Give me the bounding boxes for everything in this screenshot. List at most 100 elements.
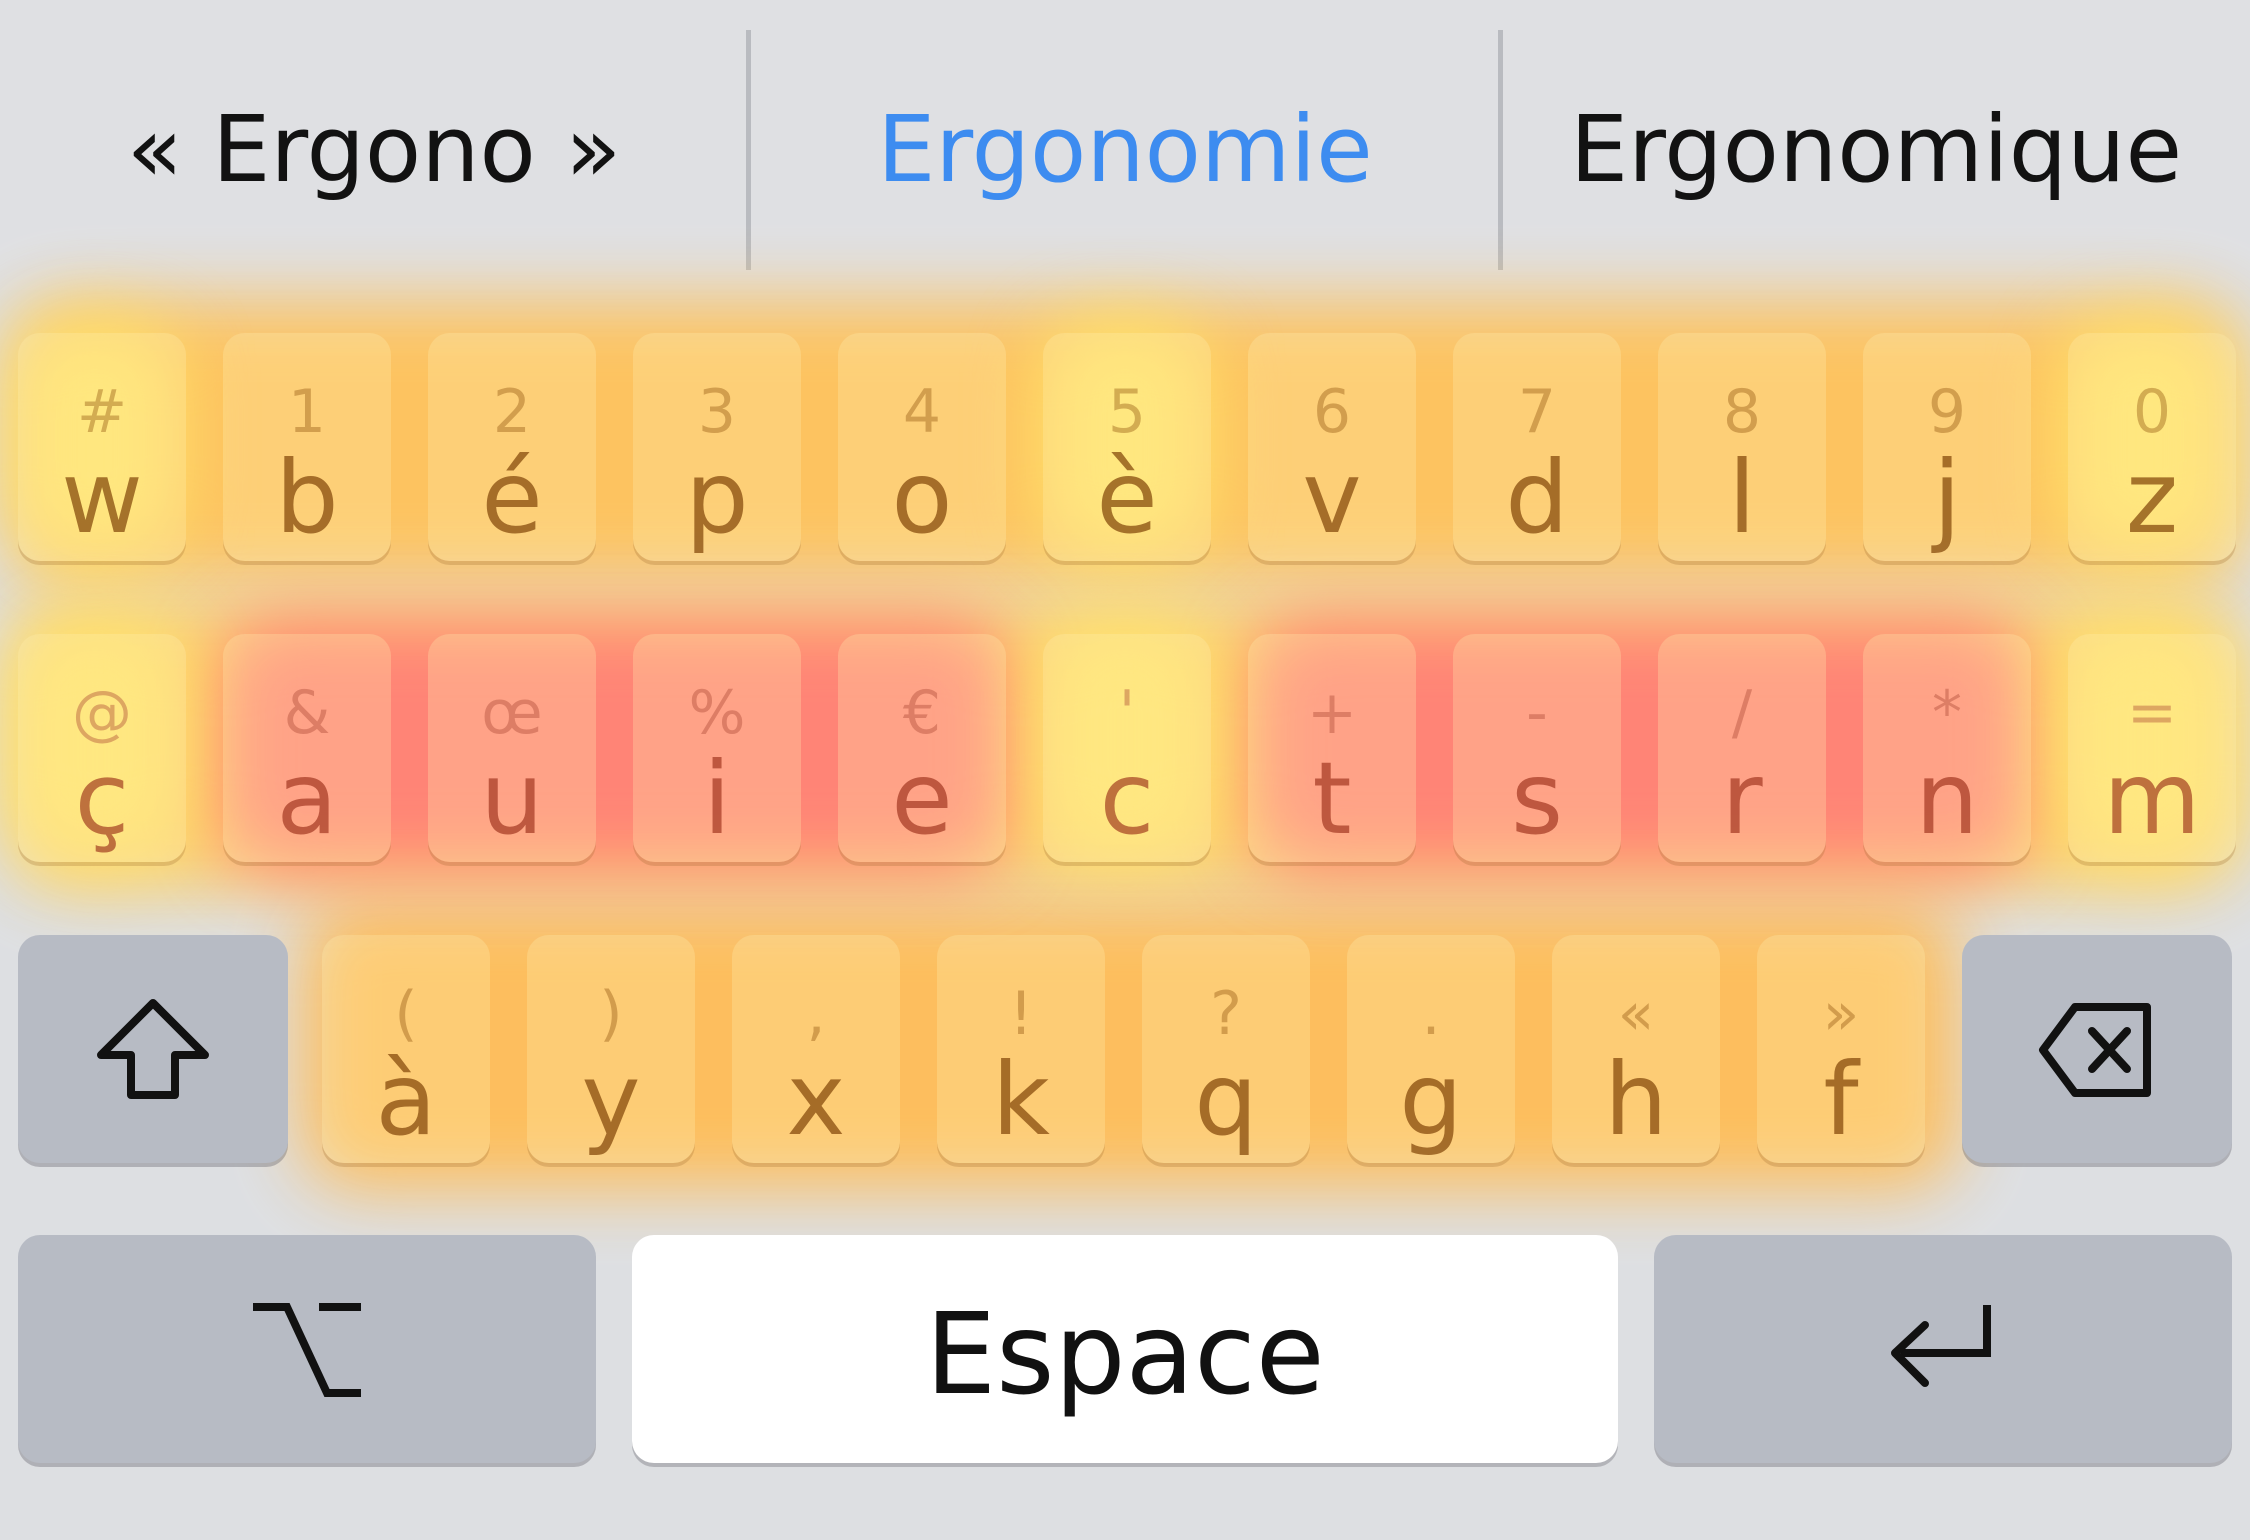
key-t[interactable]: + t: [1248, 634, 1416, 862]
key-k[interactable]: ! k: [937, 935, 1105, 1163]
key-ç[interactable]: @ ç: [18, 634, 186, 862]
key-letter: h: [1604, 1041, 1668, 1158]
key-letter: v: [1302, 439, 1362, 556]
key-letter: r: [1721, 740, 1763, 857]
key-letter: k: [992, 1041, 1050, 1158]
key-z[interactable]: 0z: [2068, 333, 2236, 561]
key-q[interactable]: ? q: [1142, 935, 1310, 1163]
key-alt-symbol: %: [688, 678, 746, 748]
key-alt-symbol: ,: [806, 979, 826, 1049]
key-letter: t: [1312, 740, 1352, 857]
key-alt-symbol: 7: [1517, 377, 1557, 447]
key-letter: o: [891, 439, 953, 556]
key-letter: w: [61, 439, 143, 556]
key-letter: u: [480, 740, 544, 857]
shift-arrow-icon: [97, 999, 209, 1099]
key-v[interactable]: 6v: [1248, 333, 1416, 561]
key-è[interactable]: 5è: [1043, 333, 1211, 561]
key-letter: f: [1823, 1041, 1859, 1158]
key-alt-symbol: 1: [287, 377, 327, 447]
key-e[interactable]: € e: [838, 634, 1006, 862]
key-u[interactable]: œu: [428, 634, 596, 862]
delete-key[interactable]: [1962, 935, 2232, 1163]
key-alt-symbol: #: [76, 377, 128, 447]
key-alt-symbol: ): [599, 979, 623, 1049]
return-key[interactable]: [1654, 1235, 2232, 1463]
key-alt-symbol: =: [2126, 678, 2178, 748]
return-arrow-icon: [1891, 1305, 1991, 1387]
key-alt-symbol: .: [1421, 979, 1441, 1049]
key-alt-symbol: &: [283, 678, 331, 748]
suggestion-quoted[interactable]: « Ergono »: [0, 90, 748, 210]
key-letter: g: [1399, 1041, 1463, 1158]
key-alt-symbol: 0: [2132, 377, 2172, 447]
key-c[interactable]: ' c: [1043, 634, 1211, 862]
key-alt-symbol: !: [1008, 979, 1034, 1049]
key-letter: q: [1194, 1041, 1258, 1158]
key-é[interactable]: 2é: [428, 333, 596, 561]
space-key-label: Espace: [925, 1290, 1325, 1420]
key-alt-symbol: (: [394, 979, 418, 1049]
key-letter: é: [481, 439, 543, 556]
key-a[interactable]: & a: [223, 634, 391, 862]
key-alt-symbol: 4: [902, 377, 942, 447]
key-letter: s: [1510, 740, 1564, 857]
shift-key[interactable]: [18, 935, 288, 1163]
key-x[interactable]: ,x: [732, 935, 900, 1163]
key-letter: ç: [74, 740, 130, 857]
key-letter: b: [275, 439, 339, 556]
key-alt-symbol: «: [1617, 979, 1655, 1049]
option-key[interactable]: [18, 1235, 596, 1463]
suggestion-bar: « Ergono » Ergonomie Ergonomique: [0, 0, 2250, 290]
key-alt-symbol: 5: [1107, 377, 1147, 447]
key-alt-symbol: /: [1731, 678, 1753, 748]
key-alt-symbol: @: [72, 678, 132, 748]
key-i[interactable]: % i: [633, 634, 801, 862]
key-letter: a: [276, 740, 338, 857]
key-letter: j: [1933, 439, 1961, 556]
key-letter: i: [703, 740, 731, 857]
key-h[interactable]: «h: [1552, 935, 1720, 1163]
key-alt-symbol: €: [902, 678, 942, 748]
delete-backspace-icon: [2039, 1003, 2151, 1097]
key-alt-symbol: +: [1306, 678, 1358, 748]
key-p[interactable]: 3p: [633, 333, 801, 561]
suggestion-selected[interactable]: Ergonomie: [750, 90, 1500, 210]
key-alt-symbol: *: [1932, 678, 1962, 748]
key-letter: c: [1099, 740, 1155, 857]
key-alt-symbol: -: [1526, 678, 1548, 748]
key-r[interactable]: / r: [1658, 634, 1826, 862]
key-s[interactable]: -s: [1453, 634, 1621, 862]
key-d[interactable]: 7d: [1453, 333, 1621, 561]
key-b[interactable]: 1b: [223, 333, 391, 561]
key-letter: e: [891, 740, 953, 857]
key-w[interactable]: # w: [18, 333, 186, 561]
keyboard-screen: « Ergono » Ergonomie Ergonomique # w 1 b 2 é 3…: [0, 0, 2250, 1540]
key-f[interactable]: » f: [1757, 935, 1925, 1163]
key-alt-symbol: 8: [1722, 377, 1762, 447]
suggestion-alternative[interactable]: Ergonomique: [1502, 90, 2250, 210]
key-letter: è: [1096, 439, 1158, 556]
key-o[interactable]: 4o: [838, 333, 1006, 561]
key-g[interactable]: .g: [1347, 935, 1515, 1163]
key-alt-symbol: ': [1118, 678, 1136, 748]
key-à[interactable]: (à: [322, 935, 490, 1163]
key-alt-symbol: œ: [481, 678, 543, 748]
key-j[interactable]: 9j: [1863, 333, 2031, 561]
key-letter: d: [1505, 439, 1569, 556]
key-alt-symbol: ?: [1210, 979, 1242, 1049]
key-y[interactable]: ) y: [527, 935, 695, 1163]
space-key[interactable]: Espace: [632, 1235, 1618, 1463]
key-n[interactable]: * n: [1863, 634, 2031, 862]
key-letter: m: [2103, 740, 2201, 857]
key-letter: l: [1728, 439, 1756, 556]
option-alt-icon: [253, 1303, 361, 1397]
key-letter: x: [786, 1041, 846, 1158]
key-l[interactable]: 8l: [1658, 333, 1826, 561]
key-letter: à: [375, 1041, 437, 1158]
key-alt-symbol: 2: [492, 377, 532, 447]
key-m[interactable]: = m: [2068, 634, 2236, 862]
key-letter: z: [2125, 439, 2179, 556]
key-alt-symbol: 3: [697, 377, 737, 447]
key-letter: y: [581, 1041, 641, 1158]
